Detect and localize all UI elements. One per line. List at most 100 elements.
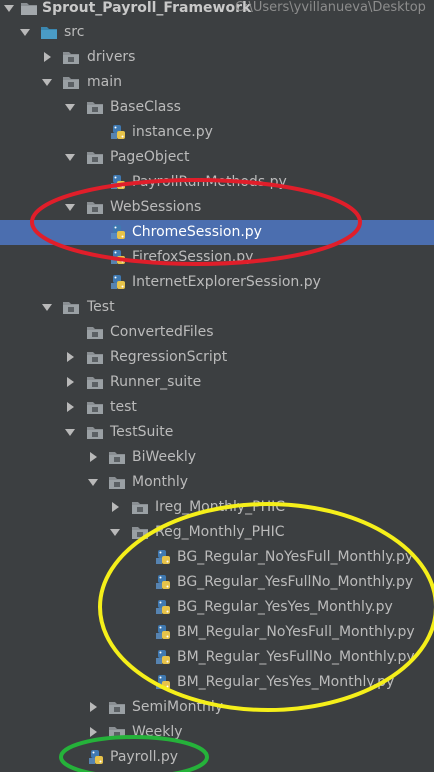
tree-row-internetexplorersession-py[interactable]: InternetExplorerSession.py <box>0 270 434 295</box>
project-path: C:\Users\yvillanueva\Desktop <box>235 0 426 15</box>
tree-row-payroll-py[interactable]: Payroll.py <box>0 745 434 770</box>
tree-row-bg-regular-noyesfull-monthly-py[interactable]: BG_Regular_NoYesFull_Monthly.py <box>0 545 434 570</box>
python-file-icon <box>89 750 103 764</box>
expand-arrow-icon[interactable] <box>86 475 100 489</box>
tree-row-testsuite[interactable]: TestSuite <box>0 420 434 445</box>
tree-row-bm-regular-yesfullno-monthly-py[interactable]: BM_Regular_YesFullNo_Monthly.py <box>0 645 434 670</box>
project-folder-icon <box>21 3 37 15</box>
tree-row-ireg-monthly-phic[interactable]: Ireg_Monthly_PHIC <box>0 495 434 520</box>
tree-item-label: ConvertedFiles <box>110 324 214 340</box>
tree-item-label: RegressionScript <box>110 349 228 365</box>
tree-item-label: TestSuite <box>110 424 174 440</box>
tree-row-instance-py[interactable]: instance.py <box>0 120 434 145</box>
tree-item-label: BG_Regular_NoYesFull_Monthly.py <box>177 549 414 565</box>
tree-item-label: ChromeSession.py <box>132 224 262 240</box>
folder-icon <box>87 377 103 389</box>
python-file-icon <box>156 650 170 664</box>
python-file-icon <box>111 250 125 264</box>
python-file-icon <box>156 675 170 689</box>
folder-icon <box>63 52 79 64</box>
python-file-icon <box>111 275 125 289</box>
tree-item-label: BG_Regular_YesFullNo_Monthly.py <box>177 574 414 590</box>
tree-item-label: Runner_suite <box>110 374 202 390</box>
source-folder-icon <box>41 27 57 39</box>
collapse-arrow-icon[interactable] <box>63 350 77 364</box>
tree-row-src[interactable]: src <box>0 20 434 45</box>
expand-arrow-icon[interactable] <box>63 100 77 114</box>
collapse-arrow-icon[interactable] <box>86 725 100 739</box>
folder-icon <box>87 402 103 414</box>
tree-item-label: PayrollRunMethods.py <box>132 174 287 190</box>
python-file-icon <box>156 550 170 564</box>
tree-row-pageobject[interactable]: PageObject <box>0 145 434 170</box>
tree-row-reg-monthly-phic[interactable]: Reg_Monthly_PHIC <box>0 520 434 545</box>
folder-icon <box>87 152 103 164</box>
tree-row-chromesession-py[interactable]: ChromeSession.py <box>0 220 434 245</box>
tree-row-firefoxsession-py[interactable]: FirefoxSession.py <box>0 245 434 270</box>
tree-item-label: test <box>110 399 137 415</box>
tree-item-label: BaseClass <box>110 99 181 115</box>
tree-row-regressionscript[interactable]: RegressionScript <box>0 345 434 370</box>
collapse-arrow-icon[interactable] <box>86 700 100 714</box>
tree-item-label: BM_Regular_YesFullNo_Monthly.py <box>177 649 415 665</box>
tree-row-baseclass[interactable]: BaseClass <box>0 95 434 120</box>
python-file-icon <box>156 600 170 614</box>
python-file-icon <box>156 625 170 639</box>
tree-row-biweekly[interactable]: BiWeekly <box>0 445 434 470</box>
tree-item-label: Test <box>87 299 115 315</box>
collapse-arrow-icon[interactable] <box>63 400 77 414</box>
tree-row-test-root[interactable]: Test <box>0 295 434 320</box>
folder-icon <box>109 727 125 739</box>
collapse-arrow-icon[interactable] <box>108 500 122 514</box>
folder-icon <box>87 352 103 364</box>
collapse-arrow-icon[interactable] <box>86 450 100 464</box>
folder-icon <box>109 452 125 464</box>
tree-row-bm-regular-noyesfull-monthly-py[interactable]: BM_Regular_NoYesFull_Monthly.py <box>0 620 434 645</box>
folder-icon <box>109 702 125 714</box>
tree-row-bg-regular-yesyes-monthly-py[interactable]: BG_Regular_YesYes_Monthly.py <box>0 595 434 620</box>
expand-arrow-icon[interactable] <box>63 425 77 439</box>
tree-item-label: Ireg_Monthly_PHIC <box>155 499 286 515</box>
tree-row-drivers[interactable]: drivers <box>0 45 434 70</box>
python-file-icon <box>111 225 125 239</box>
tree-item-label: InternetExplorerSession.py <box>132 274 321 290</box>
tree-row-websessions[interactable]: WebSessions <box>0 195 434 220</box>
tree-row-project-root[interactable]: Sprout_Payroll_Framework C:\Users\yvilla… <box>0 0 434 21</box>
expand-arrow-icon[interactable] <box>2 1 16 15</box>
tree-row-main[interactable]: main <box>0 70 434 95</box>
tree-row-test[interactable]: test <box>0 395 434 420</box>
folder-icon <box>87 427 103 439</box>
tree-row-runner-suite[interactable]: Runner_suite <box>0 370 434 395</box>
tree-row-payrollrunmethods-py[interactable]: PayrollRunMethods.py <box>0 170 434 195</box>
tree-item-label: FirefoxSession.py <box>132 249 254 265</box>
expand-arrow-icon[interactable] <box>63 150 77 164</box>
python-file-icon <box>111 175 125 189</box>
python-file-icon <box>111 125 125 139</box>
tree-row-bm-regular-yesyes-monthly-py[interactable]: BM_Regular_YesYes_Monthly.py <box>0 670 434 695</box>
expand-arrow-icon[interactable] <box>40 75 54 89</box>
tree-item-label: Monthly <box>132 474 189 490</box>
collapse-arrow-icon[interactable] <box>63 375 77 389</box>
tree-row-bg-regular-yesfullno-monthly-py[interactable]: BG_Regular_YesFullNo_Monthly.py <box>0 570 434 595</box>
tree-item-label: instance.py <box>132 124 213 140</box>
folder-icon <box>87 327 103 339</box>
expand-arrow-icon[interactable] <box>40 300 54 314</box>
folder-icon <box>87 202 103 214</box>
expand-arrow-icon[interactable] <box>108 525 122 539</box>
tree-item-label: WebSessions <box>110 199 202 215</box>
folder-icon <box>109 477 125 489</box>
tree-row-weekly[interactable]: Weekly <box>0 720 434 745</box>
tree-row-monthly[interactable]: Monthly <box>0 470 434 495</box>
tree-item-label: PageObject <box>110 149 190 165</box>
tree-item-label: main <box>87 74 122 90</box>
tree-item-label: drivers <box>87 49 136 65</box>
expand-arrow-icon[interactable] <box>18 25 32 39</box>
tree-row-semimonthly[interactable]: SemiMonthly <box>0 695 434 720</box>
folder-icon <box>132 527 148 539</box>
collapse-arrow-icon[interactable] <box>40 50 54 64</box>
expand-arrow-icon[interactable] <box>63 200 77 214</box>
tree-item-label: Reg_Monthly_PHIC <box>155 524 285 540</box>
tree-row-convertedfiles[interactable]: ConvertedFiles <box>0 320 434 345</box>
project-tree: Sprout_Payroll_Framework C:\Users\yvilla… <box>0 0 434 772</box>
tree-item-label: SemiMonthly <box>132 699 224 715</box>
